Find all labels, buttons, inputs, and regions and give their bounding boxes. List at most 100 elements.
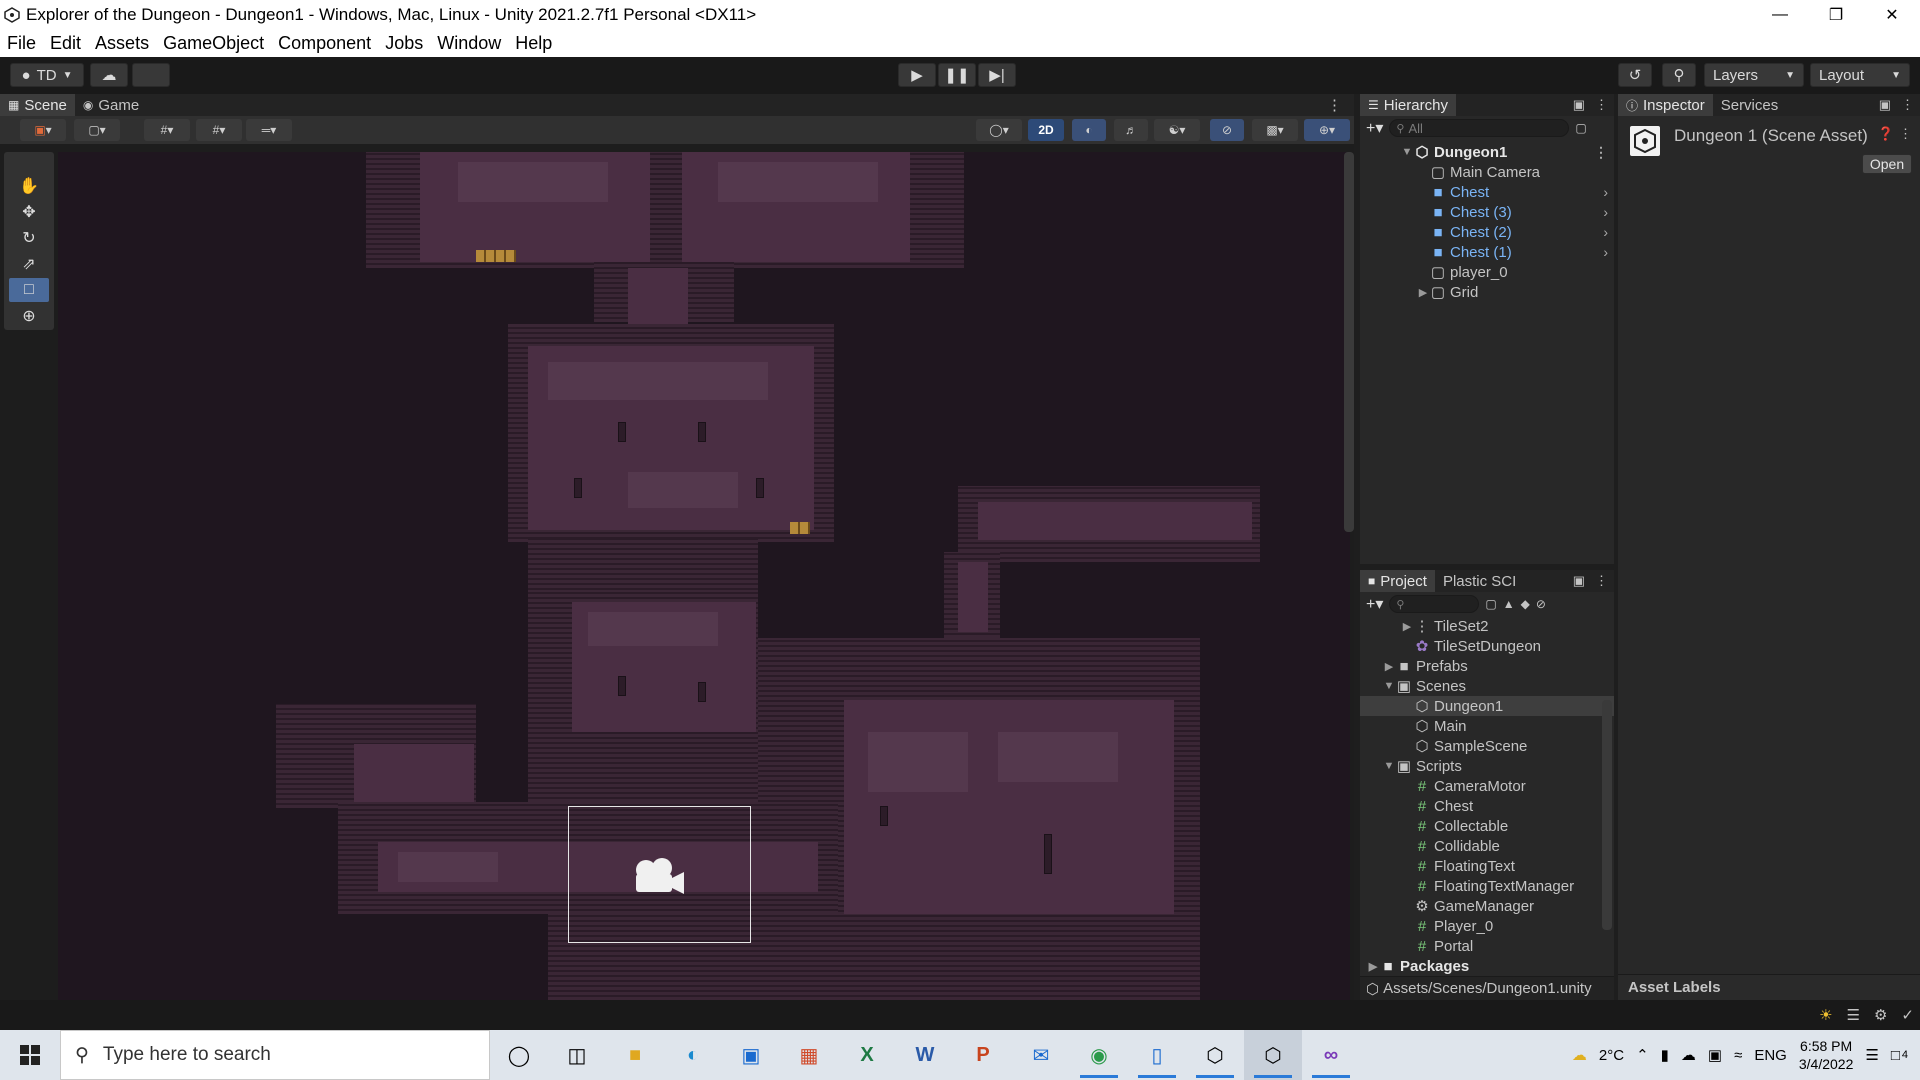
camera-settings-dropdown[interactable]: ▩ ▾ xyxy=(1252,119,1298,141)
project-item-tilesetdungeon[interactable]: ✿ TileSetDungeon xyxy=(1360,636,1614,656)
project-item-tileset2[interactable]: ▶ ⋮ TileSet2 xyxy=(1360,616,1614,636)
tab-scene[interactable]: ▦ Scene xyxy=(0,94,75,116)
gizmos-dropdown[interactable]: ⊕ ▾ xyxy=(1304,119,1350,141)
powerpoint-button[interactable]: P xyxy=(954,1030,1012,1080)
play-button[interactable]: ▶ xyxy=(898,63,936,87)
camera-gizmo-icon[interactable] xyxy=(630,856,686,898)
search-scope-icon[interactable]: ▢ xyxy=(1575,121,1586,135)
lock-icon[interactable]: ▣ xyxy=(1879,97,1891,113)
project-scrollbar[interactable] xyxy=(1602,700,1612,930)
hierarchy-item-main-camera[interactable]: ▢ Main Camera xyxy=(1360,162,1614,182)
lighting-bake-icon[interactable]: ☀ xyxy=(1819,1006,1832,1024)
menu-jobs[interactable]: Jobs xyxy=(378,33,430,54)
check-icon[interactable]: ✓ xyxy=(1901,1006,1914,1024)
network-icon[interactable]: ☰ xyxy=(1847,1006,1860,1024)
tab-project[interactable]: ■ Project xyxy=(1360,570,1435,592)
tab-services[interactable]: Services xyxy=(1713,94,1787,116)
layout-dropdown[interactable]: Layout ▼ xyxy=(1810,63,1910,87)
chrome-button[interactable]: ◉ xyxy=(1070,1030,1128,1080)
project-item-scenes[interactable]: ▼ ▣ Scenes xyxy=(1360,676,1614,696)
panel-menu-icon[interactable]: ⋮ xyxy=(1595,573,1608,589)
layers-dropdown[interactable]: Layers ▼ xyxy=(1704,63,1804,87)
phone-link-button[interactable]: ▯ xyxy=(1128,1030,1186,1080)
project-item-main[interactable]: ⬡ Main xyxy=(1360,716,1614,736)
menu-gameobject[interactable]: GameObject xyxy=(156,33,271,54)
project-item-collectable[interactable]: # Collectable xyxy=(1360,816,1614,836)
panel-menu-icon[interactable]: ⋮ xyxy=(1901,97,1914,113)
chevron-right-icon[interactable]: › xyxy=(1603,224,1608,240)
start-button[interactable] xyxy=(0,1030,60,1080)
tab-hierarchy[interactable]: ☰ Hierarchy xyxy=(1360,94,1456,116)
restore-button[interactable]: ❐ xyxy=(1808,0,1864,30)
chevron-right-icon[interactable]: › xyxy=(1603,204,1608,220)
cloud-button[interactable]: ☁ xyxy=(90,63,128,87)
unity-hub-button[interactable]: ⬡ xyxy=(1186,1030,1244,1080)
battery-icon[interactable]: ▮ xyxy=(1661,1046,1669,1064)
tab-plastic-scm[interactable]: Plastic SCI xyxy=(1435,570,1524,592)
asset-labels-bar[interactable]: Asset Labels xyxy=(1618,974,1920,1000)
expand-arrow-icon[interactable]: ▶ xyxy=(1382,660,1396,673)
project-item-floatingtext[interactable]: # FloatingText xyxy=(1360,856,1614,876)
shading-mode-dropdown[interactable]: ◯ ▾ xyxy=(976,119,1022,141)
task-view-button[interactable]: ◫ xyxy=(548,1030,606,1080)
help-icon[interactable]: ❓ xyxy=(1878,126,1894,142)
scale-tool[interactable]: ⇗ xyxy=(9,252,49,276)
search-button[interactable]: ⚲ xyxy=(1662,63,1696,87)
filter-icon[interactable]: ▲ xyxy=(1503,597,1515,611)
tab-game[interactable]: ◉ Game xyxy=(75,94,147,116)
close-button[interactable]: ✕ xyxy=(1864,0,1920,30)
expand-arrow-icon[interactable]: ▶ xyxy=(1416,286,1430,299)
open-button[interactable]: Open xyxy=(1862,154,1912,174)
step-button[interactable]: ▶| xyxy=(978,63,1016,87)
scene-scrollbar[interactable] xyxy=(1344,152,1354,532)
notification-icon[interactable]: □ xyxy=(1891,1047,1900,1064)
menu-component[interactable]: Component xyxy=(271,33,378,54)
expand-arrow-icon[interactable]: ▶ xyxy=(1400,620,1414,633)
project-item-floatingtextmanager[interactable]: # FloatingTextManager xyxy=(1360,876,1614,896)
menu-assets[interactable]: Assets xyxy=(88,33,156,54)
eye-slash-icon[interactable]: ⊘ xyxy=(1536,597,1546,611)
account-dropdown[interactable]: ● TD ▼ xyxy=(10,63,84,87)
project-item-chest-script[interactable]: # Chest xyxy=(1360,796,1614,816)
lighting-toggle[interactable]: ◐ xyxy=(1072,119,1106,141)
hierarchy-item-chest-3[interactable]: ■ Chest (3) › xyxy=(1360,202,1614,222)
chevron-right-icon[interactable]: › xyxy=(1603,184,1608,200)
kebab-menu-icon[interactable]: ⋮ xyxy=(1899,126,1912,142)
project-item-portal[interactable]: # Portal xyxy=(1360,936,1614,956)
project-search-input[interactable]: ⚲ xyxy=(1389,595,1480,613)
scene-visibility-toggle[interactable]: ⊘ xyxy=(1210,119,1244,141)
edge-button[interactable]: ◐ xyxy=(664,1030,722,1080)
project-item-dungeon1[interactable]: ⬡ Dungeon1 xyxy=(1360,696,1614,716)
project-item-scripts[interactable]: ▼ ▣ Scripts xyxy=(1360,756,1614,776)
visual-studio-button[interactable]: ∞ xyxy=(1302,1030,1360,1080)
pause-button[interactable]: ❚❚ xyxy=(938,63,976,87)
hierarchy-item-chest[interactable]: ■ Chest › xyxy=(1360,182,1614,202)
tab-inspector[interactable]: ⓘ Inspector xyxy=(1618,94,1713,116)
language-label[interactable]: ENG xyxy=(1754,1047,1787,1064)
project-item-prefabs[interactable]: ▶ ■ Prefabs xyxy=(1360,656,1614,676)
taskbar-search-input[interactable]: ⚲ Type here to search xyxy=(60,1030,490,1080)
mail-button[interactable]: ✉ xyxy=(1012,1030,1070,1080)
project-item-packages[interactable]: ▶ ■ Packages xyxy=(1360,956,1614,976)
hierarchy-item-dungeon1[interactable]: ▼ ⬡ Dungeon1 ⋮ xyxy=(1360,142,1614,162)
word-button[interactable]: W xyxy=(896,1030,954,1080)
draw-mode-dropdown[interactable]: ▣ ▾ xyxy=(20,119,66,141)
project-item-samplescene[interactable]: ⬡ SampleScene xyxy=(1360,736,1614,756)
hierarchy-item-grid[interactable]: ▶ ▢ Grid xyxy=(1360,282,1614,302)
expand-arrow-icon[interactable]: ▼ xyxy=(1382,680,1396,692)
hand-tool[interactable]: ✋ xyxy=(9,174,49,198)
minimize-button[interactable]: — xyxy=(1752,0,1808,30)
debug-icon[interactable]: ⚙ xyxy=(1874,1006,1887,1024)
undo-history-button[interactable]: ↺ xyxy=(1618,63,1652,87)
increment-snap-dropdown[interactable]: ═ ▾ xyxy=(246,119,292,141)
menu-window[interactable]: Window xyxy=(430,33,508,54)
gizmo-cube-dropdown[interactable]: ▢ ▾ xyxy=(74,119,120,141)
expand-arrow-icon[interactable]: ▼ xyxy=(1382,760,1396,772)
file-explorer-button[interactable]: ■ xyxy=(606,1030,664,1080)
hierarchy-item-chest-2[interactable]: ■ Chest (2) › xyxy=(1360,222,1614,242)
hierarchy-item-chest-1[interactable]: ■ Chest (1) › xyxy=(1360,242,1614,262)
project-item-collidable[interactable]: # Collidable xyxy=(1360,836,1614,856)
expand-arrow-icon[interactable]: ▼ xyxy=(1400,146,1414,158)
rect-tool[interactable]: □ xyxy=(9,278,49,302)
wifi-icon[interactable]: ≈ xyxy=(1734,1047,1742,1064)
